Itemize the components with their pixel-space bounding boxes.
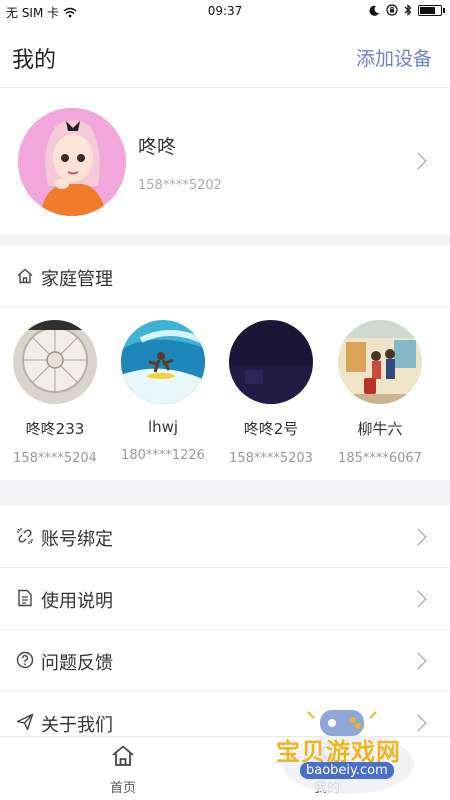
battery-icon (418, 4, 445, 16)
family-members: 咚咚233 158****5204 lhwj 180****1226 咚咚2号 … (0, 308, 450, 480)
bottom-tab-bar: 首页 我的 (0, 736, 450, 800)
member-avatar (13, 320, 97, 404)
menu-item-label: 关于我们 (41, 715, 113, 736)
avatar (18, 108, 126, 216)
send-icon (16, 713, 34, 731)
member-item[interactable]: lhwj 180****1226 (108, 320, 218, 463)
member-phone: 158****5203 (229, 451, 313, 466)
member-item[interactable]: 咚咚233 158****5204 (0, 320, 110, 466)
tab-label: 首页 (109, 781, 136, 796)
fan-photo (13, 320, 97, 404)
question-icon (16, 651, 34, 669)
home-icon (17, 268, 33, 284)
tab-home[interactable]: 首页 (78, 743, 168, 796)
home-icon (112, 745, 134, 766)
family-management-title: 家庭管理 (41, 269, 113, 290)
member-avatar (229, 320, 313, 404)
member-name: lhwj (147, 418, 179, 436)
settings-menu: 账号绑定 使用说明 问题反馈 关于我们 (0, 506, 450, 754)
member-name: 柳牛六 (357, 420, 403, 438)
bluetooth-icon (404, 4, 412, 16)
avatar-illustration (18, 108, 126, 216)
menu-item-instructions[interactable]: 使用说明 (0, 568, 450, 630)
page-title: 我的 (12, 48, 57, 73)
menu-item-account-binding[interactable]: 账号绑定 (0, 506, 450, 568)
family-management-header[interactable]: 家庭管理 (0, 246, 450, 308)
battery-fill (420, 6, 436, 14)
menu-item-label: 账号绑定 (41, 529, 113, 550)
member-name: 咚咚2号 (243, 420, 299, 438)
chevron-right-icon (409, 652, 427, 670)
status-bar: 无 SIM 卡 09:37 (0, 0, 450, 24)
document-icon (18, 589, 32, 607)
member-avatar (338, 320, 422, 404)
tab-mine[interactable]: 我的 (282, 743, 372, 796)
member-avatar (121, 320, 205, 404)
member-phone: 180****1226 (121, 448, 205, 463)
member-phone: 158****5204 (13, 451, 97, 466)
chevron-right-icon (409, 528, 427, 546)
page-header: 我的 添加设备 (0, 24, 450, 88)
add-device-button[interactable]: 添加设备 (356, 44, 432, 71)
menu-item-label: 问题反馈 (41, 653, 113, 674)
chevron-right-icon (409, 152, 427, 170)
dark-photo (229, 320, 313, 404)
chevron-right-icon (409, 590, 427, 608)
section-divider (0, 234, 450, 246)
profile-card[interactable]: 咚咚 158****5202 (0, 88, 450, 234)
member-name: 咚咚233 (25, 420, 85, 438)
moon-icon (369, 5, 379, 16)
illustration-photo (338, 320, 422, 404)
menu-item-feedback[interactable]: 问题反馈 (0, 630, 450, 692)
link-icon (17, 528, 33, 544)
menu-item-label: 使用说明 (41, 591, 113, 612)
user-icon (316, 746, 338, 767)
tab-label: 我的 (313, 781, 340, 796)
profile-name: 咚咚 (138, 136, 177, 158)
status-right (369, 4, 445, 16)
member-item[interactable]: 咚咚2号 158****5203 (216, 320, 326, 466)
section-divider (0, 480, 450, 506)
lock-rotation-icon (386, 4, 398, 16)
member-phone: 185****6067 (338, 451, 422, 466)
surf-photo (121, 320, 205, 404)
chevron-right-icon (409, 714, 427, 732)
profile-phone: 158****5202 (138, 178, 222, 193)
member-item[interactable]: 柳牛六 185****6067 (325, 320, 435, 466)
